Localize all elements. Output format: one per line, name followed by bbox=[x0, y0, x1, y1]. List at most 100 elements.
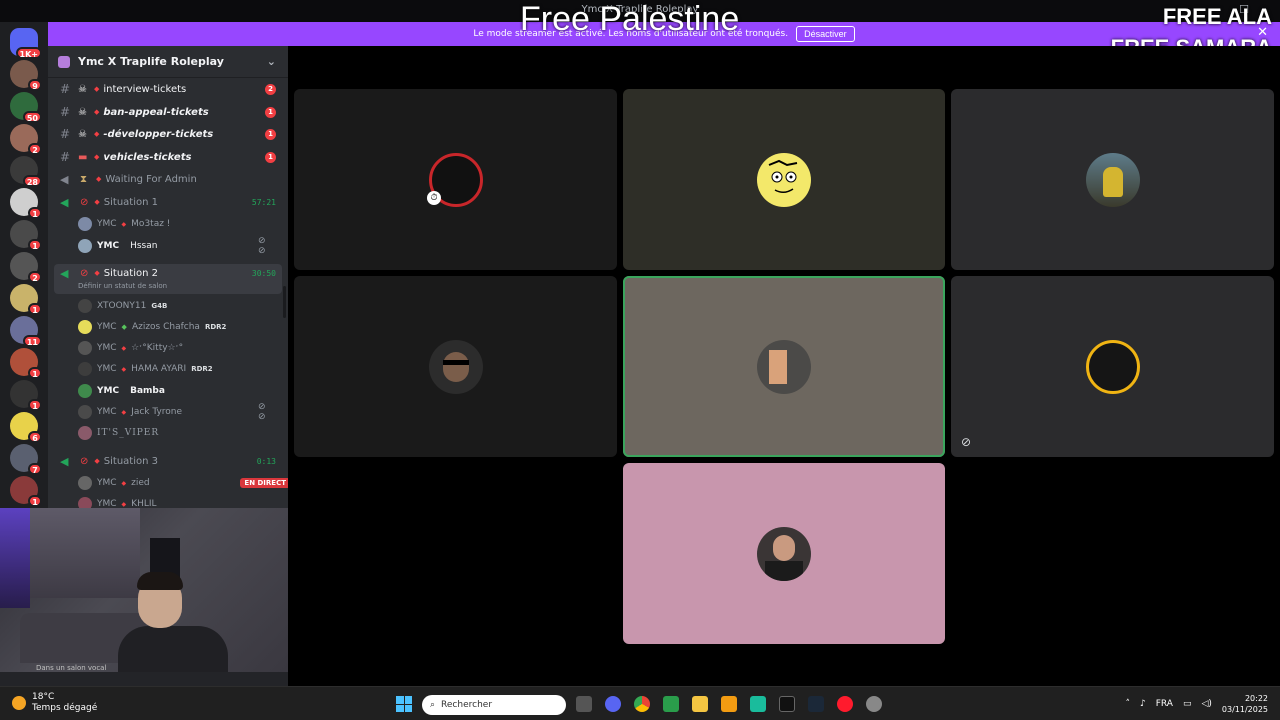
settings-icon[interactable] bbox=[866, 696, 882, 712]
date: 03/11/2025 bbox=[1221, 705, 1268, 714]
server-icon[interactable]: 1 bbox=[10, 380, 42, 411]
channel-developper-tickets[interactable]: # ☠ ◆ -développer-tickets 1 bbox=[48, 124, 288, 144]
live-badge: EN DIRECT bbox=[240, 478, 288, 488]
voice-user[interactable]: YMC ◆ Mo3taz ! bbox=[78, 214, 170, 234]
avatar bbox=[757, 339, 811, 394]
server-icon[interactable]: 2 bbox=[10, 124, 42, 155]
voice-user[interactable]: YMC ◆ zied EN DIRECT bbox=[78, 473, 288, 493]
deafened-icon: ⊘ bbox=[961, 435, 972, 449]
voice-user[interactable]: IT'S_VIPER bbox=[78, 423, 159, 443]
server-icon[interactable]: 9 bbox=[10, 60, 42, 91]
participant-tile-speaking[interactable] bbox=[623, 276, 945, 457]
app-icon[interactable] bbox=[663, 696, 679, 712]
voice-channel-waiting[interactable]: ◀ ⧗ ◆ Waiting For Admin bbox=[48, 169, 288, 189]
participant-tile[interactable]: ⊘ bbox=[951, 276, 1274, 457]
mention-badge: 1 bbox=[265, 106, 276, 118]
microphone-icon[interactable]: ♪ bbox=[1140, 699, 1146, 709]
server-icon[interactable]: 1 bbox=[10, 348, 42, 379]
diamond-icon: ◆ bbox=[121, 408, 127, 416]
clock[interactable]: 20:22 03/11/2025 bbox=[1222, 693, 1268, 715]
face-icon bbox=[768, 159, 798, 193]
diamond-icon: ◆ bbox=[121, 500, 127, 508]
windows-start-icon[interactable] bbox=[396, 696, 412, 712]
voice-user[interactable]: YMC ◆ Azizos Chafcha RDR2 bbox=[78, 317, 226, 337]
server-icon[interactable]: 1 bbox=[10, 220, 42, 251]
participant-tile[interactable] bbox=[294, 276, 617, 457]
diamond-icon: ◆ bbox=[121, 365, 127, 373]
webcam-person-body bbox=[118, 626, 228, 672]
taskbar-search[interactable]: ⌕ Rechercher bbox=[422, 695, 566, 715]
epic-games-icon[interactable] bbox=[779, 696, 795, 712]
hash-icon: # bbox=[60, 82, 71, 96]
avatar bbox=[78, 341, 92, 355]
participant-tile[interactable] bbox=[623, 89, 945, 270]
weather-widget[interactable]: 18°C Temps dégagé bbox=[12, 692, 97, 714]
user-tag: YMC bbox=[97, 499, 117, 508]
diamond-icon: ◆ bbox=[94, 198, 100, 206]
avatar bbox=[1085, 152, 1140, 207]
voice-user[interactable]: YMC ◆ Jack Tyrone ⊘ ⊘ bbox=[78, 402, 266, 422]
voice-channel-situation-2[interactable]: ◀ ⊘ ◆ Situation 2 30:50 bbox=[48, 263, 288, 283]
voice-stage: ⏱ ⊘ bbox=[288, 46, 1280, 686]
app-icon[interactable] bbox=[750, 696, 766, 712]
channel-sidebar: Ymc X Traplife Roleplay ⌄ # ☠ ◆ interview-… bbox=[48, 46, 288, 508]
hash-icon: # bbox=[60, 127, 71, 141]
user-name: Azizos Chafcha bbox=[131, 322, 200, 332]
app-icon[interactable] bbox=[721, 696, 737, 712]
participant-tile[interactable] bbox=[951, 89, 1274, 270]
network-icon[interactable]: ▭ bbox=[1183, 699, 1192, 709]
voice-user[interactable]: YMC ◆ KHLIL bbox=[78, 494, 157, 508]
file-explorer-icon[interactable] bbox=[692, 696, 708, 712]
channel-ban-appeal-tickets[interactable]: # ☠ ◆ ban-appeal-tickets 1 bbox=[48, 102, 288, 122]
server-icon[interactable]: 11 bbox=[10, 316, 42, 347]
disable-streamer-mode-button[interactable]: Désactiver bbox=[796, 26, 855, 42]
temperature: 18°C bbox=[32, 692, 55, 702]
server-icon[interactable]: 6 bbox=[10, 412, 42, 443]
server-icon[interactable]: 28 bbox=[10, 156, 42, 187]
avatar bbox=[428, 339, 483, 394]
server-icon[interactable]: 2 bbox=[10, 252, 42, 283]
language-indicator[interactable]: FRA bbox=[1156, 699, 1173, 709]
server-icon[interactable]: 50 bbox=[10, 92, 42, 123]
channel-interview-tickets[interactable]: # ☠ ◆ interview-tickets 2 bbox=[48, 79, 288, 99]
voice-user[interactable]: XTOONY11 G4B bbox=[78, 296, 167, 316]
discord-home-icon[interactable]: 1K+ bbox=[10, 28, 42, 59]
diamond-icon: ◆ bbox=[121, 220, 127, 228]
avatar bbox=[757, 526, 811, 581]
chevron-down-icon[interactable]: ⌄ bbox=[267, 55, 276, 68]
chevron-up-icon[interactable]: ˄ bbox=[1125, 699, 1130, 709]
server-icon[interactable]: 1 bbox=[10, 188, 42, 219]
server-icon[interactable]: 1 bbox=[10, 476, 42, 507]
clock-icon: ⏱ bbox=[427, 191, 441, 205]
opera-icon[interactable] bbox=[837, 696, 853, 712]
user-tag: YMC bbox=[97, 219, 117, 229]
voice-channel-situation-1[interactable]: ◀ ⊘ ◆ Situation 1 57:21 bbox=[48, 192, 288, 212]
diamond-icon: ◆ bbox=[94, 130, 100, 138]
chrome-icon[interactable] bbox=[634, 696, 650, 712]
mention-badge: 2 bbox=[265, 83, 276, 95]
voice-connected-caption: Dans un salon vocal bbox=[36, 664, 107, 672]
participant-tile[interactable]: ⏱ bbox=[294, 89, 617, 270]
participant-tile[interactable] bbox=[623, 463, 945, 644]
overlay-free-ala: FREE ALA bbox=[1162, 4, 1272, 29]
voice-user[interactable]: YMC ◆ HAMA AYARI RDR2 bbox=[78, 359, 213, 379]
channel-name: interview-tickets bbox=[103, 83, 187, 95]
server-badge: 1 bbox=[28, 207, 42, 219]
voice-timer: 57:21 bbox=[251, 197, 276, 207]
voice-user[interactable]: YMC Bamba bbox=[78, 381, 165, 401]
speaker-icon: ◀ bbox=[60, 195, 69, 209]
channel-vehicles-tickets[interactable]: # ▬ ◆ vehicles-tickets 1 bbox=[48, 147, 288, 167]
channel-status[interactable]: Définir un statut de salon bbox=[78, 282, 167, 290]
scrollbar[interactable] bbox=[283, 286, 286, 318]
server-badge: 7 bbox=[28, 463, 42, 475]
steam-icon[interactable] bbox=[808, 696, 824, 712]
discord-icon[interactable] bbox=[605, 696, 621, 712]
voice-channel-situation-3[interactable]: ◀ ⊘ ◆ Situation 3 0:13 bbox=[48, 451, 288, 471]
voice-user[interactable]: YMC ◆ ☆ˑ°Kitty☆ˑ° bbox=[78, 338, 183, 358]
server-header[interactable]: Ymc X Traplife Roleplay ⌄ bbox=[48, 46, 288, 78]
volume-icon[interactable]: ◁) bbox=[1201, 699, 1211, 709]
server-icon[interactable]: 7 bbox=[10, 444, 42, 475]
task-view-icon[interactable] bbox=[576, 696, 592, 712]
server-icon[interactable]: 1 bbox=[10, 284, 42, 315]
voice-user[interactable]: YMC Hssan ⊘ ⊘ bbox=[78, 236, 266, 256]
